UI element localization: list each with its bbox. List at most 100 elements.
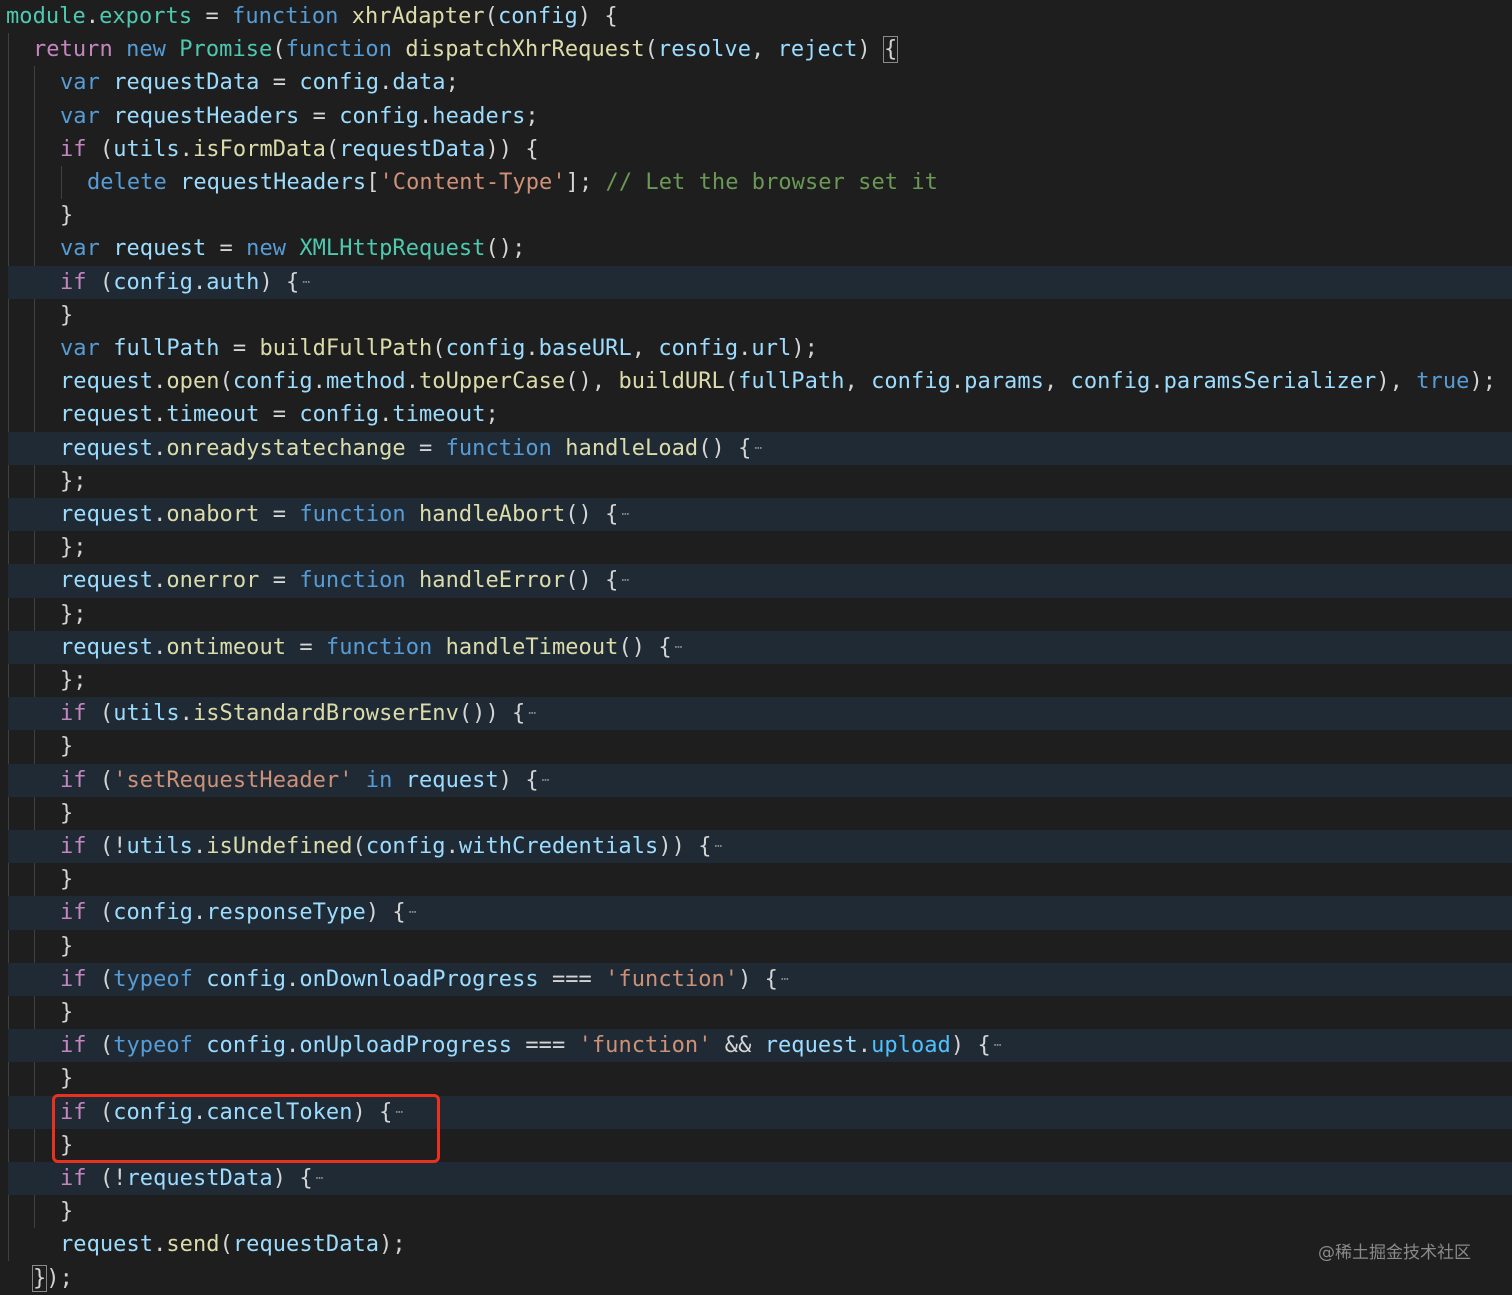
code-token: }	[60, 867, 74, 893]
code-token: .	[153, 435, 167, 461]
code-line[interactable]: }	[0, 1195, 1512, 1228]
fold-ellipsis-icon[interactable]: ⋯	[316, 1171, 324, 1186]
code-text: var requestData = config.data;	[60, 66, 459, 99]
folded-code-line[interactable]: request.onreadystatechange = function ha…	[8, 431, 1512, 465]
code-line[interactable]: });	[0, 1262, 1512, 1295]
code-token: };	[60, 468, 87, 494]
code-token: (	[432, 336, 446, 361]
code-token: config	[445, 336, 526, 361]
folded-code-line[interactable]: if ('setRequestHeader' in request) {⋯	[8, 763, 1512, 797]
fold-ellipsis-icon[interactable]: ⋯	[542, 773, 550, 788]
code-line[interactable]: }	[0, 1062, 1512, 1095]
folded-code-line[interactable]: if (typeof config.onDownloadProgress ===…	[8, 962, 1512, 996]
code-token: =	[259, 70, 300, 96]
fold-ellipsis-icon[interactable]: ⋯	[754, 441, 762, 456]
code-line[interactable]: };	[0, 664, 1512, 697]
code-token: ,	[844, 369, 872, 395]
code-token: if	[60, 701, 87, 727]
code-line[interactable]: module.exports = function xhrAdapter(con…	[0, 0, 1512, 33]
code-token: &&	[711, 1033, 765, 1059]
code-line[interactable]: };	[0, 531, 1512, 564]
code-token: if	[60, 1166, 87, 1191]
code-token: (	[86, 701, 114, 727]
code-token: () {	[618, 634, 672, 660]
code-token: onDownloadProgress	[299, 966, 539, 992]
code-line[interactable]: };	[0, 598, 1512, 631]
code-line[interactable]: request.open(config.method.toUpperCase()…	[0, 365, 1512, 398]
code-token: .	[286, 966, 300, 992]
code-text: if (utils.isFormData(requestData)) {	[60, 133, 539, 166]
code-line[interactable]: };	[0, 465, 1512, 498]
folded-code-line[interactable]: if (config.responseType) {⋯	[8, 896, 1512, 930]
code-token: onreadystatechange	[166, 435, 406, 461]
fold-ellipsis-icon[interactable]: ⋯	[409, 905, 417, 920]
fold-ellipsis-icon[interactable]: ⋯	[994, 1038, 1002, 1053]
fold-ellipsis-icon[interactable]: ⋯	[621, 573, 629, 588]
folded-code-line[interactable]: request.ontimeout = function handleTimeo…	[8, 630, 1512, 664]
code-line[interactable]: delete requestHeaders['Content-Type']; /…	[0, 166, 1512, 199]
code-line[interactable]: var requestData = config.data;	[0, 66, 1512, 99]
code-token: .	[950, 369, 965, 395]
fold-ellipsis-icon[interactable]: ⋯	[675, 640, 683, 655]
bracket-match: {	[882, 36, 899, 64]
code-line[interactable]: var request = new XMLHttpRequest();	[0, 232, 1512, 265]
code-line[interactable]: var fullPath = buildFullPath(config.base…	[0, 332, 1512, 365]
code-token: (	[86, 966, 114, 992]
code-line[interactable]: }	[0, 797, 1512, 830]
code-line[interactable]: }	[0, 299, 1512, 332]
code-token: return	[33, 37, 113, 63]
code-token: );	[1469, 369, 1497, 395]
folded-code-line[interactable]: request.onerror = function handleError()…	[8, 564, 1512, 598]
fold-ellipsis-icon[interactable]: ⋯	[528, 706, 536, 721]
code-token: };	[60, 668, 87, 693]
code-token: ) {	[365, 900, 406, 926]
code-text: }	[60, 863, 73, 896]
code-text: }	[60, 199, 73, 232]
fold-ellipsis-icon[interactable]: ⋯	[302, 275, 310, 290]
code-token: timeout	[166, 402, 260, 428]
code-token: ,	[631, 336, 659, 361]
code-token: requestData	[126, 1166, 273, 1191]
fold-ellipsis-icon[interactable]: ⋯	[715, 839, 723, 854]
folded-code-line[interactable]: if (utils.isStandardBrowserEnv()) {⋯	[8, 697, 1512, 731]
code-token: (	[352, 834, 366, 859]
code-token: request	[60, 435, 154, 461]
code-line[interactable]: if (utils.isFormData(requestData)) {	[0, 133, 1512, 166]
code-line[interactable]: request.send(requestData);	[0, 1228, 1512, 1261]
code-text: }	[60, 996, 73, 1029]
code-token: ===	[512, 1033, 579, 1059]
code-token: config	[871, 369, 951, 395]
folded-code-line[interactable]: if (typeof config.onUploadProgress === '…	[8, 1029, 1512, 1063]
code-token: (	[219, 1232, 233, 1258]
code-line[interactable]: request.timeout = config.timeout;	[0, 398, 1512, 431]
code-token: ,	[1043, 369, 1071, 395]
code-token: request	[405, 767, 499, 793]
code-token: method	[325, 369, 406, 395]
code-text: request.timeout = config.timeout;	[60, 398, 499, 431]
code-line[interactable]: }	[0, 996, 1512, 1029]
code-token: ,	[751, 37, 778, 63]
code-text: }	[60, 730, 73, 763]
code-token: .	[379, 402, 393, 428]
fold-ellipsis-icon[interactable]: ⋯	[781, 972, 789, 987]
code-token: if	[60, 136, 87, 162]
folded-code-line[interactable]: request.onabort = function handleAbort()…	[8, 498, 1512, 532]
code-line[interactable]: var requestHeaders = config.headers;	[0, 100, 1512, 133]
code-line[interactable]: }	[0, 730, 1512, 763]
code-line[interactable]: }	[0, 930, 1512, 963]
code-token: onUploadProgress	[299, 1033, 513, 1059]
code-token: .	[153, 402, 167, 428]
code-token: .	[179, 136, 193, 162]
folded-code-line[interactable]: if (!utils.isUndefined(config.withCreden…	[8, 830, 1512, 864]
fold-ellipsis-icon[interactable]: ⋯	[621, 507, 629, 522]
code-line[interactable]: }	[0, 863, 1512, 896]
folded-code-line[interactable]: if (!requestData) {⋯	[8, 1162, 1512, 1196]
code-token: if	[60, 834, 87, 859]
code-line[interactable]: }	[0, 199, 1512, 232]
code-token: in	[365, 767, 393, 793]
code-token: baseURL	[538, 336, 632, 361]
folded-code-line[interactable]: if (config.auth) {⋯	[8, 265, 1512, 299]
code-line[interactable]: return new Promise(function dispatchXhrR…	[0, 33, 1512, 66]
